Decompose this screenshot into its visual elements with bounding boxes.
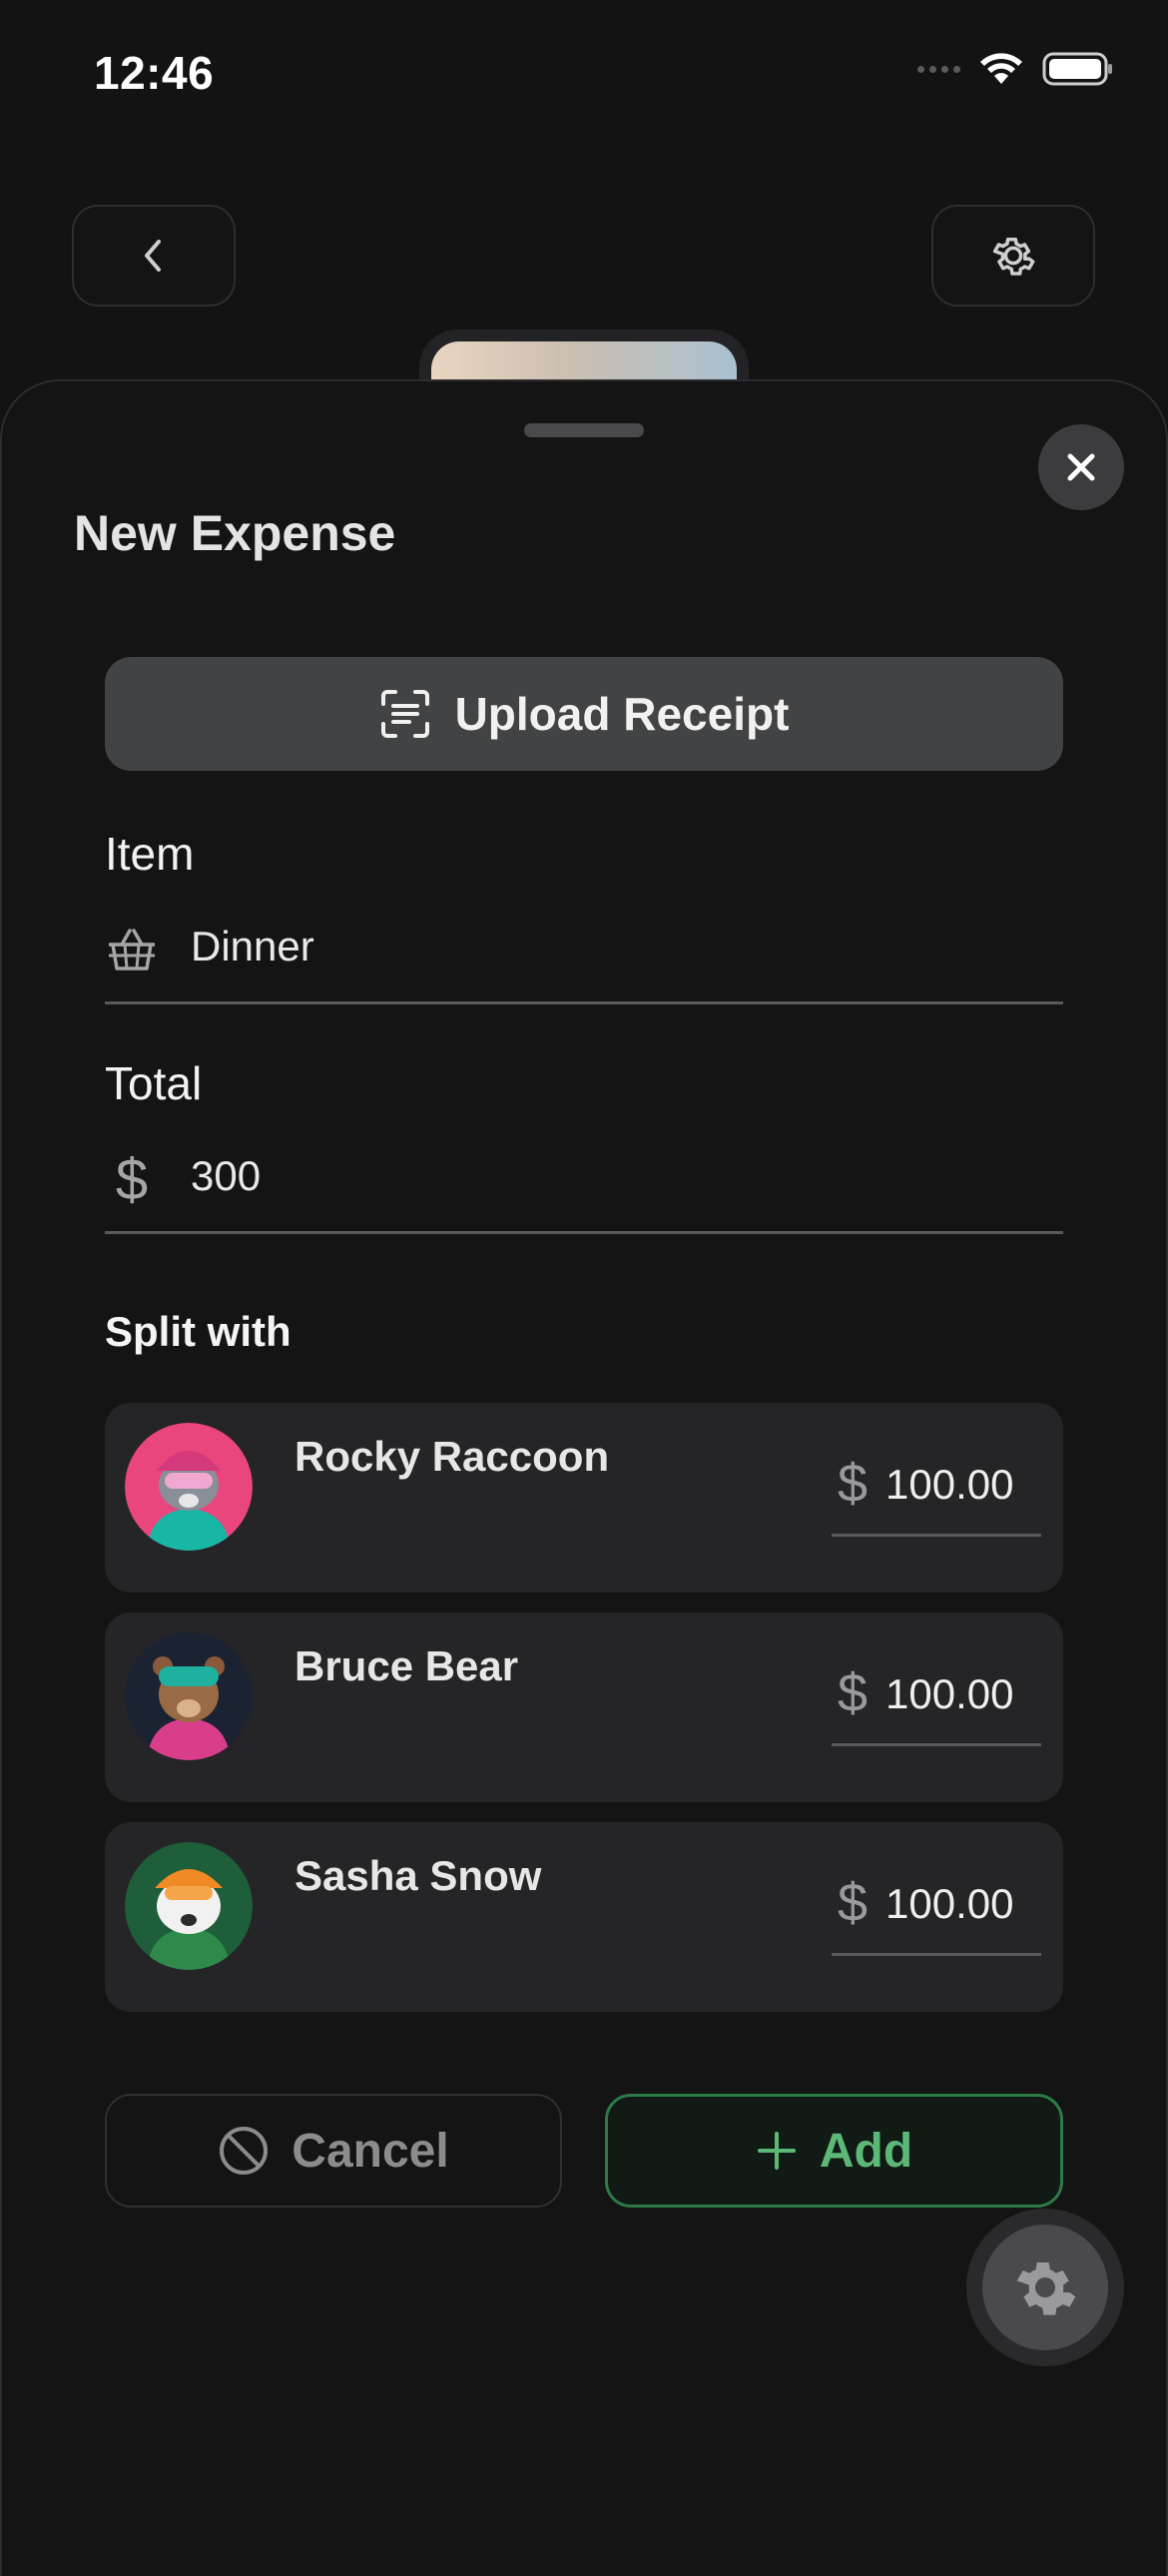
add-label: Add (819, 2124, 913, 2178)
person-name: Rocky Raccoon (294, 1433, 610, 1480)
settings-button[interactable] (931, 205, 1095, 307)
split-person-card: Bruce Bear $ 100.00 (105, 1612, 1063, 1802)
scan-document-icon (380, 690, 429, 738)
status-icons (917, 52, 1114, 86)
total-field[interactable]: $ 300 (105, 1144, 1063, 1234)
signal-icon (917, 65, 960, 73)
wifi-icon (980, 53, 1022, 84)
status-time: 12:46 (94, 47, 215, 99)
gear-icon (1016, 2262, 1076, 2315)
amount-value: 100.00 (885, 1461, 1014, 1508)
avatar (125, 1632, 253, 1760)
person-name: Sasha Snow (294, 1852, 542, 1899)
item-value: Dinner (191, 923, 314, 969)
currency-sign: $ (838, 1663, 869, 1723)
avatar (125, 1423, 253, 1551)
close-button[interactable] (1038, 424, 1124, 510)
upload-receipt-label: Upload Receipt (454, 688, 790, 740)
currency-sign: $ (838, 1873, 869, 1933)
floating-settings-button[interactable] (966, 2209, 1124, 2366)
gear-icon (992, 238, 1035, 276)
cancel-button[interactable]: Cancel (105, 2094, 562, 2208)
battery-icon (1042, 52, 1112, 86)
cancel-label: Cancel (292, 2124, 449, 2178)
total-label: Total (105, 1057, 203, 1109)
amount-field[interactable]: $ 100.00 (832, 1862, 1041, 1956)
back-button[interactable] (72, 205, 236, 307)
currency-sign: $ (838, 1454, 869, 1514)
basket-icon (105, 923, 159, 976)
upload-receipt-button[interactable]: Upload Receipt (105, 657, 1063, 771)
split-person-card: Rocky Raccoon $ 100.00 (105, 1403, 1063, 1593)
plus-icon (757, 2132, 796, 2170)
split-person-card: Sasha Snow $ 100.00 (105, 1822, 1063, 2012)
split-with-label: Split with (105, 1308, 292, 1355)
add-button[interactable]: Add (605, 2094, 1063, 2208)
close-icon (1067, 453, 1095, 481)
dollar-icon: $ (115, 1146, 149, 1212)
sheet-grabber[interactable] (524, 423, 644, 437)
item-label: Item (105, 828, 195, 880)
avatar (125, 1842, 253, 1970)
total-value: 300 (191, 1152, 262, 1199)
amount-value: 100.00 (885, 1670, 1014, 1717)
amount-value: 100.00 (885, 1880, 1014, 1927)
amount-field[interactable]: $ 100.00 (832, 1443, 1041, 1537)
item-field[interactable]: Dinner (105, 915, 1063, 1004)
prohibited-icon (220, 2127, 269, 2175)
page-title: New Expense (74, 505, 396, 561)
chevron-left-icon (145, 240, 161, 272)
amount-field[interactable]: $ 100.00 (832, 1652, 1041, 1746)
person-name: Bruce Bear (294, 1642, 519, 1689)
